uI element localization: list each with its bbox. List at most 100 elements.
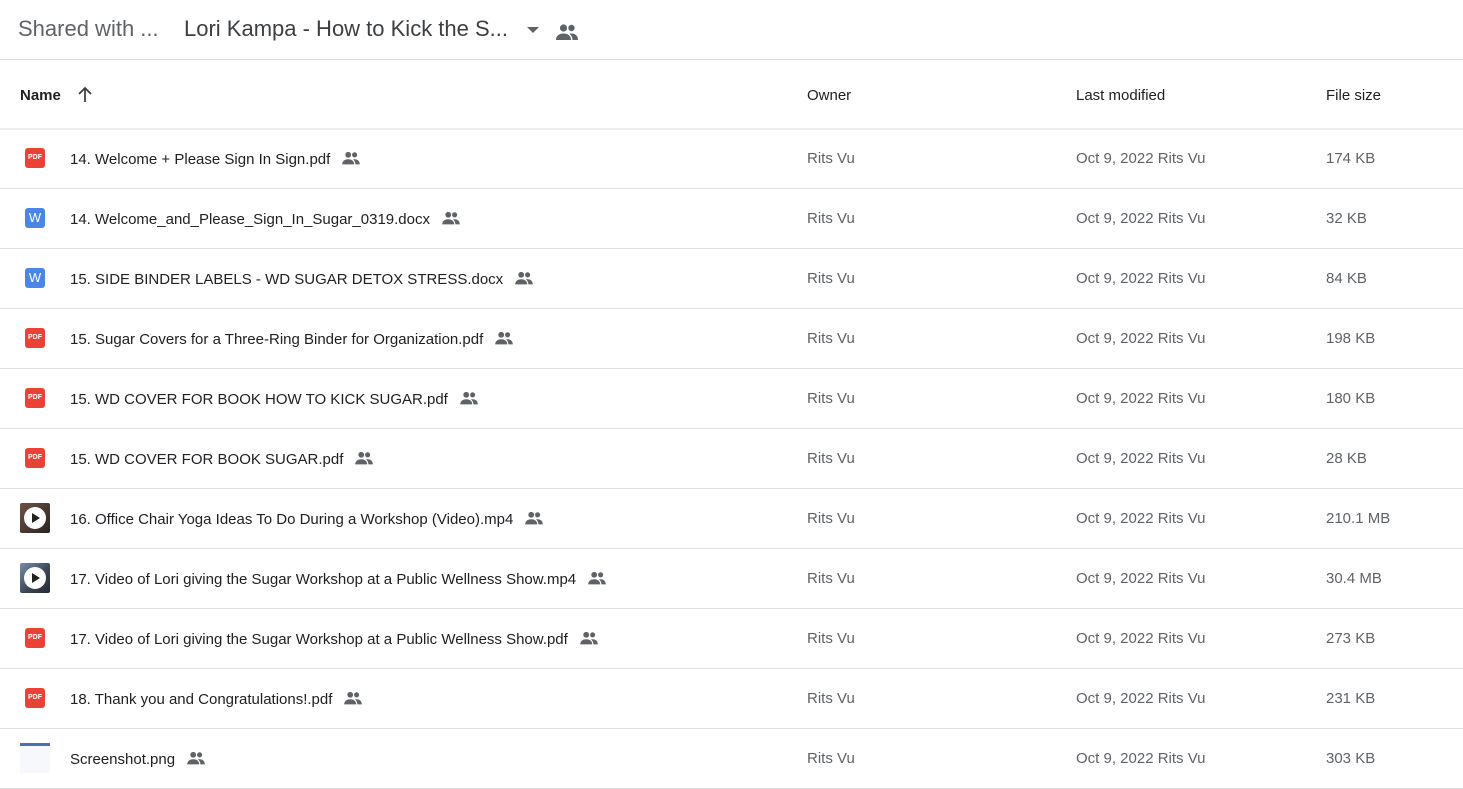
file-owner: Rits Vu <box>807 570 855 587</box>
people-icon <box>556 24 578 40</box>
breadcrumb: Shared with ... Lori Kampa - How to Kick… <box>0 0 1463 60</box>
file-last-modified: Oct 9, 2022 Rits Vu <box>1076 270 1206 287</box>
file-name-text: 17. Video of Lori giving the Sugar Works… <box>70 571 577 588</box>
file-name[interactable]: 15. WD COVER FOR BOOK HOW TO KICK SUGAR.… <box>70 390 480 408</box>
file-size: 303 KB <box>1326 750 1376 767</box>
file-owner: Rits Vu <box>807 330 855 347</box>
table-row[interactable]: Screenshot.png Rits Vu Oct 9, 2022 Rits Vu… <box>0 729 1463 789</box>
video-thumbnail-icon <box>20 563 50 593</box>
file-name[interactable]: 16. Office Chair Yoga Ideas To Do During… <box>70 510 545 528</box>
video-thumbnail-icon <box>20 503 50 533</box>
file-owner: Rits Vu <box>807 510 855 527</box>
people-icon <box>458 390 480 406</box>
file-size: 273 KB <box>1326 630 1376 647</box>
table-row[interactable]: PDF 14. Welcome + Please Sign In Sign.pdf… <box>0 129 1463 189</box>
file-name[interactable]: 17. Video of Lori giving the Sugar Works… <box>70 630 600 648</box>
file-owner: Rits Vu <box>807 450 855 467</box>
file-owner: Rits Vu <box>807 150 855 167</box>
table-row[interactable]: PDF 15. WD COVER FOR BOOK HOW TO KICK SUG… <box>0 369 1463 429</box>
people-icon <box>342 690 364 706</box>
play-icon <box>24 507 46 529</box>
file-size: 28 KB <box>1326 450 1367 467</box>
pdf-icon-label: PDF <box>28 394 42 401</box>
file-last-modified: Oct 9, 2022 Rits Vu <box>1076 630 1206 647</box>
people-icon <box>493 330 515 346</box>
column-header-last-modified[interactable]: Last modified <box>1076 87 1165 104</box>
file-size: 231 KB <box>1326 690 1376 707</box>
file-name-text: 14. Welcome + Please Sign In Sign.pdf <box>70 151 331 168</box>
people-icon <box>513 270 535 286</box>
word-doc-icon: W <box>25 268 45 288</box>
file-name[interactable]: 14. Welcome_and_Please_Sign_In_Sugar_031… <box>70 210 462 228</box>
word-doc-icon: W <box>25 208 45 228</box>
table-row[interactable]: PDF 18. Thank you and Congratulations!.pd… <box>0 669 1463 729</box>
file-name-text: 15. WD COVER FOR BOOK HOW TO KICK SUGAR.… <box>70 391 448 408</box>
file-name[interactable]: 15. SIDE BINDER LABELS - WD SUGAR DETOX … <box>70 270 535 288</box>
image-thumbnail-icon <box>20 743 50 773</box>
file-name-text: 17. Video of Lori giving the Sugar Works… <box>70 631 568 648</box>
people-icon <box>586 570 608 586</box>
file-name-text: Screenshot.png <box>70 751 176 768</box>
file-name[interactable]: 15. Sugar Covers for a Three-Ring Binder… <box>70 330 515 348</box>
file-name[interactable]: 15. WD COVER FOR BOOK SUGAR.pdf <box>70 450 375 468</box>
file-name-text: 15. SIDE BINDER LABELS - WD SUGAR DETOX … <box>70 271 504 288</box>
pdf-icon-label: PDF <box>28 334 42 341</box>
table-row[interactable]: PDF 17. Video of Lori giving the Sugar Wo… <box>0 609 1463 669</box>
column-header-file-size[interactable]: File size <box>1326 87 1381 104</box>
people-icon <box>440 210 462 226</box>
file-owner: Rits Vu <box>807 750 855 767</box>
file-name-text: 18. Thank you and Congratulations!.pdf <box>70 691 333 708</box>
pdf-icon-label: PDF <box>28 634 42 641</box>
pdf-file-icon: PDF <box>25 448 45 468</box>
pdf-icon-label: PDF <box>28 454 42 461</box>
people-icon <box>353 450 375 466</box>
file-name[interactable]: 18. Thank you and Congratulations!.pdf <box>70 690 364 708</box>
file-name-text: 16. Office Chair Yoga Ideas To Do During… <box>70 511 514 528</box>
pdf-file-icon: PDF <box>25 628 45 648</box>
doc-icon-label: W <box>28 210 42 225</box>
people-icon <box>523 510 545 526</box>
column-header-row: Name Owner Last modified File size <box>0 60 1463 129</box>
file-size: 210.1 MB <box>1326 510 1391 527</box>
arrow-upward-icon[interactable] <box>76 86 94 104</box>
pdf-file-icon: PDF <box>25 328 45 348</box>
file-name-text: 15. WD COVER FOR BOOK SUGAR.pdf <box>70 451 344 468</box>
pdf-file-icon: PDF <box>25 388 45 408</box>
people-icon <box>340 150 362 166</box>
table-row[interactable]: PDF 15. WD COVER FOR BOOK SUGAR.pdf Rits V… <box>0 429 1463 489</box>
file-owner: Rits Vu <box>807 270 855 287</box>
file-list: PDF 14. Welcome + Please Sign In Sign.pdf… <box>0 129 1463 789</box>
column-header-owner[interactable]: Owner <box>807 87 851 104</box>
column-header-name[interactable]: Name <box>20 87 61 104</box>
table-row[interactable]: W 15. SIDE BINDER LABELS - WD SUGAR DETOX… <box>0 249 1463 309</box>
file-last-modified: Oct 9, 2022 Rits Vu <box>1076 510 1206 527</box>
file-last-modified: Oct 9, 2022 Rits Vu <box>1076 150 1206 167</box>
pdf-file-icon: PDF <box>25 688 45 708</box>
table-row[interactable]: W 14. Welcome_and_Please_Sign_In_Sugar_03… <box>0 189 1463 249</box>
file-size: 32 KB <box>1326 210 1367 227</box>
breadcrumb-shared-with[interactable]: Shared with ... <box>18 16 159 42</box>
file-name[interactable]: 17. Video of Lori giving the Sugar Works… <box>70 570 608 588</box>
file-name-text: 15. Sugar Covers for a Three-Ring Binder… <box>70 331 484 348</box>
file-name[interactable]: 14. Welcome + Please Sign In Sign.pdf <box>70 150 362 168</box>
file-owner: Rits Vu <box>807 210 855 227</box>
table-row[interactable]: 17. Video of Lori giving the Sugar Works… <box>0 549 1463 609</box>
file-size: 174 KB <box>1326 150 1376 167</box>
file-last-modified: Oct 9, 2022 Rits Vu <box>1076 750 1206 767</box>
file-name-text: 14. Welcome_and_Please_Sign_In_Sugar_031… <box>70 211 430 228</box>
file-name[interactable]: Screenshot.png <box>70 750 207 768</box>
arrow-drop-down-icon[interactable] <box>524 24 542 36</box>
file-size: 84 KB <box>1326 270 1367 287</box>
file-owner: Rits Vu <box>807 390 855 407</box>
file-size: 198 KB <box>1326 330 1376 347</box>
play-icon <box>24 567 46 589</box>
people-icon <box>578 630 600 646</box>
people-icon <box>185 750 207 766</box>
table-row[interactable]: 16. Office Chair Yoga Ideas To Do During… <box>0 489 1463 549</box>
file-last-modified: Oct 9, 2022 Rits Vu <box>1076 450 1206 467</box>
table-row[interactable]: PDF 15. Sugar Covers for a Three-Ring Bin… <box>0 309 1463 369</box>
breadcrumb-current-folder[interactable]: Lori Kampa - How to Kick the S... <box>184 16 508 42</box>
pdf-icon-label: PDF <box>28 154 42 161</box>
file-owner: Rits Vu <box>807 690 855 707</box>
pdf-file-icon: PDF <box>25 148 45 168</box>
